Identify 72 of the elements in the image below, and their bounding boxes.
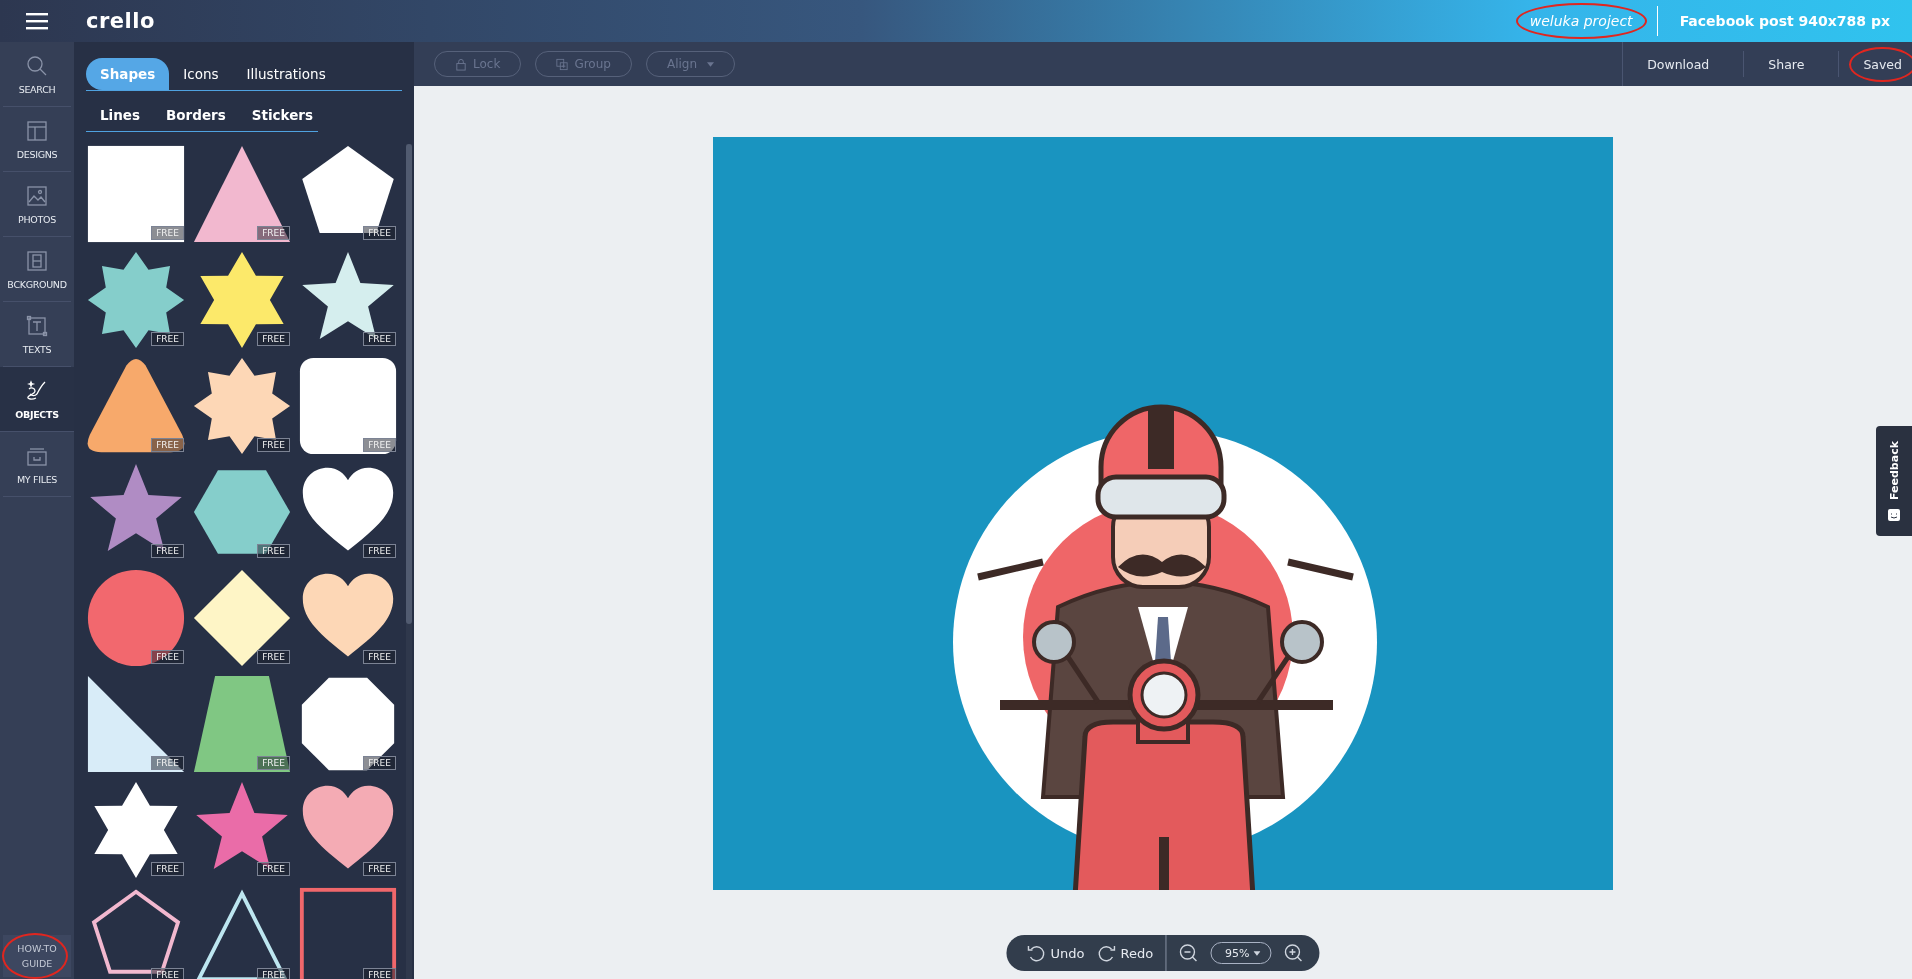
free-badge: FREE <box>363 650 396 664</box>
toolbar-link[interactable]: Download <box>1637 56 1720 72</box>
annotation-ellipse <box>1849 46 1912 82</box>
free-badge: FREE <box>257 438 290 452</box>
undo-button[interactable]: Undo <box>1026 943 1085 963</box>
diamond-shape[interactable] <box>192 568 292 668</box>
free-badge: FREE <box>363 968 396 979</box>
trapezoid-shape[interactable] <box>192 674 292 774</box>
free-badge: FREE <box>257 862 290 876</box>
free-badge: FREE <box>363 756 396 770</box>
how-to-guide-button[interactable]: HOW-TO GUIDE <box>3 935 71 977</box>
feedback-tab[interactable]: Feedback <box>1876 426 1912 536</box>
square-shape[interactable] <box>86 144 186 244</box>
sidebar-item[interactable]: PHOTOS <box>3 172 71 237</box>
star-shape[interactable] <box>192 356 292 456</box>
text-icon <box>25 313 49 338</box>
scooter-rider-drawing[interactable] <box>953 404 1377 890</box>
category-tab[interactable]: Stickers <box>237 99 326 131</box>
free-badge: FREE <box>257 544 290 558</box>
redo-icon <box>1096 943 1117 963</box>
free-badge: FREE <box>151 650 184 664</box>
sidebar-item[interactable]: OBJECTS <box>0 367 74 432</box>
chat-icon <box>1887 507 1901 522</box>
layout-icon <box>25 118 49 143</box>
free-badge: FREE <box>363 332 396 346</box>
toolbar-link[interactable]: Share <box>1758 56 1815 72</box>
category-tab[interactable]: Illustrations <box>232 58 340 90</box>
free-badge: FREE <box>363 544 396 558</box>
free-badge: FREE <box>257 226 290 240</box>
group-icon <box>556 57 569 71</box>
redo-button[interactable]: Redo <box>1096 943 1154 963</box>
free-badge: FREE <box>151 438 184 452</box>
lock-icon <box>455 57 467 71</box>
caret-icon <box>707 61 715 67</box>
free-badge: FREE <box>151 332 184 346</box>
toolbar-link[interactable]: Saved <box>1853 56 1912 72</box>
pattern-icon <box>25 248 49 273</box>
zoom-in-icon[interactable] <box>1283 943 1304 963</box>
sidebar-item[interactable]: BCKGROUND <box>3 237 71 302</box>
square-outline-shape[interactable] <box>298 886 398 979</box>
undo-icon <box>1026 943 1047 963</box>
category-tab[interactable]: Borders <box>152 99 238 131</box>
triangle-shape[interactable] <box>192 144 292 244</box>
format-label: Facebook post 940x788 px <box>1679 13 1890 29</box>
square-shape[interactable] <box>298 356 398 456</box>
design-canvas[interactable] <box>713 137 1613 890</box>
category-tab[interactable]: Lines <box>86 99 153 131</box>
free-badge: FREE <box>151 862 184 876</box>
zoom-out-icon[interactable] <box>1178 943 1199 963</box>
free-badge: FREE <box>151 544 184 558</box>
free-badge: FREE <box>363 862 396 876</box>
sidebar-item[interactable]: MY FILES <box>3 432 71 497</box>
logo[interactable]: crello <box>86 9 155 33</box>
free-badge: FREE <box>257 650 290 664</box>
free-badge: FREE <box>257 332 290 346</box>
image-icon <box>25 183 49 208</box>
sidebar-item[interactable]: DESIGNS <box>3 107 71 172</box>
annotation-ellipse <box>2 933 68 979</box>
triangle-shape[interactable] <box>86 674 186 774</box>
free-badge: FREE <box>257 756 290 770</box>
free-badge: FREE <box>363 438 396 452</box>
caret-icon <box>1253 950 1261 956</box>
sidebar-item[interactable]: SEARCH <box>3 42 71 107</box>
free-badge: FREE <box>363 226 396 240</box>
category-tab[interactable]: Icons <box>169 58 233 90</box>
free-badge: FREE <box>257 968 290 979</box>
circle-shape[interactable] <box>86 568 186 668</box>
free-badge: FREE <box>151 968 184 979</box>
free-badge: FREE <box>151 226 184 240</box>
search-icon <box>25 53 49 78</box>
star-shape[interactable] <box>86 250 186 350</box>
menu-icon[interactable] <box>26 12 48 30</box>
